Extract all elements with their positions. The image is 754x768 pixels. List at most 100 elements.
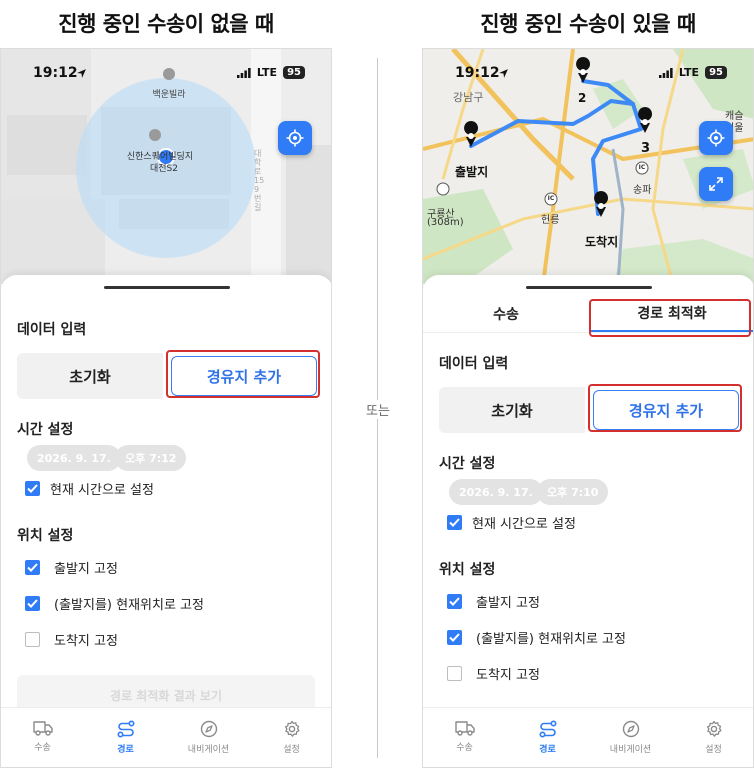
current-time-label: 현재 시간으로 설정 — [50, 483, 154, 498]
status-time: 19:12 — [455, 65, 500, 81]
map-label-songpa: 송파 — [633, 185, 652, 196]
checkbox-checked-icon — [25, 481, 40, 496]
add-waypoint-highlight — [588, 384, 742, 432]
reset-button[interactable]: 초기화 — [439, 387, 585, 433]
time-chip[interactable]: 오후 7:10 — [537, 479, 609, 505]
status-time: 19:12 — [33, 65, 78, 81]
checkbox-checked-icon — [447, 515, 462, 530]
status-right: LTE 95 — [236, 66, 305, 79]
tab-settings[interactable]: 설정 — [250, 708, 331, 767]
current-time-checkbox[interactable]: 현재 시간으로 설정 — [25, 479, 154, 498]
tab-label: 수송 — [34, 743, 51, 753]
tab-transport[interactable]: 수송 — [423, 708, 506, 767]
data-input-label: 데이터 입력 — [17, 322, 87, 338]
time-setting-label: 시간 설정 — [17, 422, 74, 438]
tab-label: 경로 — [117, 745, 134, 755]
gear-icon — [706, 720, 722, 737]
expand-icon — [709, 177, 723, 191]
location-arrow-icon — [499, 69, 508, 78]
map-label-daejeon: 대전S2 — [150, 164, 178, 174]
tab-transport[interactable]: 수송 — [1, 708, 84, 767]
fix-origin-label: 출발지 고정 — [54, 562, 118, 577]
map-label-origin: 출발지 — [455, 165, 489, 179]
or-label: 또는 — [358, 400, 398, 419]
status-right: LTE 95 — [658, 66, 727, 79]
fix-origin-checkbox[interactable]: 출발지 고정 — [447, 592, 540, 611]
fix-origin-checkbox[interactable]: 출발지 고정 — [25, 558, 118, 577]
origin-current-location-label: (출발지를) 현재위치로 고정 — [54, 598, 204, 613]
origin-current-location-checkbox[interactable]: (출발지를) 현재위치로 고정 — [25, 594, 204, 613]
map-label-road: 대학로159번길 — [254, 149, 265, 212]
my-location-button[interactable] — [699, 121, 733, 155]
tab-label: 수송 — [456, 743, 473, 753]
waypoint-number-3: 3 — [641, 141, 651, 156]
gear-icon — [284, 720, 300, 737]
right-panel-heading: 진행 중인 수송이 있을 때 — [480, 12, 696, 36]
map-label-destination: 도착지 — [585, 235, 619, 249]
ic-marker-heonneung: IC — [547, 195, 555, 202]
sheet-handle[interactable] — [104, 286, 230, 289]
tab-navigation[interactable]: 내비게이션 — [167, 708, 250, 767]
date-chip[interactable]: 2026. 9. 17. — [27, 445, 121, 471]
comparison-canvas: 진행 중인 수송이 없을 때 진행 중인 수송이 있을 때 또는 백운빌라 신한… — [0, 0, 754, 768]
fix-destination-label: 도착지 고정 — [476, 668, 540, 683]
status-bar: 19:12 LTE 95 — [423, 49, 753, 95]
origin-current-location-checkbox[interactable]: (출발지를) 현재위치로 고정 — [447, 628, 626, 647]
sheet-handle[interactable] — [526, 286, 652, 289]
checkbox-checked-icon — [447, 594, 462, 609]
current-time-checkbox[interactable]: 현재 시간으로 설정 — [447, 513, 576, 532]
signal-icon — [658, 67, 673, 78]
tab-label: 설정 — [705, 745, 722, 755]
crosshair-icon — [286, 129, 304, 147]
checkbox-checked-icon — [447, 630, 462, 645]
tab-label: 내비게이션 — [187, 745, 230, 755]
signal-icon — [236, 67, 251, 78]
location-arrow-icon — [77, 69, 86, 78]
tab-settings[interactable]: 설정 — [672, 708, 753, 767]
fix-destination-label: 도착지 고정 — [54, 634, 118, 649]
left-phone-screen: 백운빌라 신한스퀘어빌딩지 대전S2 대학로159번길 19:12 LTE 95… — [0, 48, 332, 768]
location-setting-label: 위치 설정 — [17, 528, 74, 544]
checkbox-checked-icon — [25, 560, 40, 575]
tab-route[interactable]: 경로 — [84, 708, 167, 767]
location-setting-label: 위치 설정 — [439, 562, 496, 578]
tab-label: 설정 — [283, 745, 300, 755]
truck-icon — [32, 721, 53, 736]
compass-icon — [200, 720, 217, 738]
tab-label: 내비게이션 — [609, 745, 652, 755]
fix-destination-checkbox[interactable]: 도착지 고정 — [447, 664, 540, 683]
crosshair-icon — [707, 129, 725, 147]
right-tab-bar: 수송 경로 내비게이션 설정 — [423, 707, 753, 767]
time-setting-label: 시간 설정 — [439, 456, 496, 472]
status-bar: 19:12 LTE 95 — [1, 49, 331, 95]
map-label-heonneung: 헌릉 — [541, 215, 560, 226]
tab-route[interactable]: 경로 — [506, 708, 589, 767]
battery-badge: 95 — [283, 66, 305, 79]
checkbox-checked-icon — [25, 596, 40, 611]
tab-transport-top[interactable]: 수송 — [423, 295, 589, 332]
reset-button[interactable]: 초기화 — [17, 353, 163, 399]
right-bottom-sheet: 수송 경로 최적화 데이터 입력 초기화 경유지 추가 시간 설정 2026. … — [423, 275, 753, 767]
tab-label: 경로 — [539, 745, 556, 755]
data-input-label: 데이터 입력 — [439, 356, 509, 372]
checkbox-unchecked-icon — [447, 666, 462, 681]
battery-badge: 95 — [705, 66, 727, 79]
add-waypoint-highlight — [166, 350, 320, 398]
time-chip[interactable]: 오후 7:12 — [115, 445, 187, 471]
network-label: LTE — [256, 66, 278, 79]
current-time-label: 현재 시간으로 설정 — [472, 517, 576, 532]
fix-origin-label: 출발지 고정 — [476, 596, 540, 611]
route-icon — [538, 720, 557, 738]
origin-current-location-label: (출발지를) 현재위치로 고정 — [476, 632, 626, 647]
route-icon — [116, 720, 135, 738]
truck-icon — [454, 721, 475, 736]
fit-route-button[interactable] — [699, 167, 733, 201]
my-location-button[interactable] — [278, 121, 312, 155]
left-panel-heading: 진행 중인 수송이 없을 때 — [58, 12, 274, 36]
checkbox-unchecked-icon — [25, 632, 40, 647]
date-chip[interactable]: 2026. 9. 17. — [449, 479, 543, 505]
tab-navigation[interactable]: 내비게이션 — [589, 708, 672, 767]
fix-destination-checkbox[interactable]: 도착지 고정 — [25, 630, 118, 649]
left-tab-bar: 수송 경로 내비게이션 설정 — [1, 707, 331, 767]
route-optimization-highlight — [589, 299, 751, 337]
